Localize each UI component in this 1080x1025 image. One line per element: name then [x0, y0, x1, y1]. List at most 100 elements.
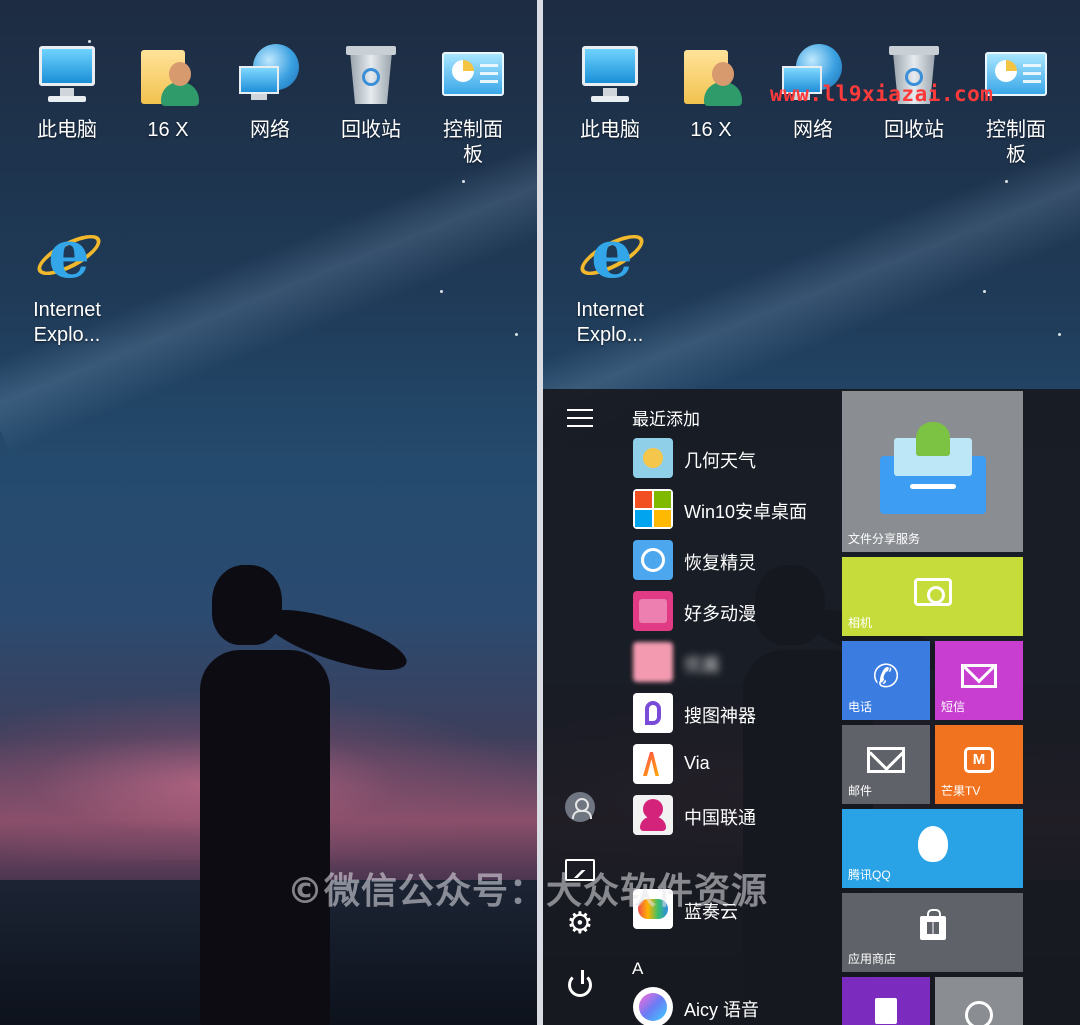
desktop-icon-label: 网络: [793, 119, 833, 141]
tile-onenote[interactable]: [842, 977, 930, 1025]
mail-icon: [867, 746, 905, 773]
app-item-win10-launcher[interactable]: Win10安卓桌面: [633, 489, 843, 535]
control-panel-icon: [440, 42, 506, 108]
tile-camera[interactable]: 相机: [842, 557, 1023, 636]
aicy-voice-icon: [633, 987, 673, 1025]
app-name: 优酱: [684, 655, 720, 675]
desktop-icon-label: 控制面板: [986, 119, 1046, 166]
app-name: 中国联通: [684, 808, 756, 828]
network-icon: [237, 42, 303, 108]
girl-silhouette-body: [200, 650, 330, 1025]
desktop-icon-internet-explorer[interactable]: e Internet Explo...: [17, 221, 117, 348]
girl-silhouette-head: [212, 565, 282, 645]
haoduo-anime-icon: [633, 591, 673, 631]
phone-icon: ✆: [872, 657, 900, 694]
app-name: 搜图神器: [684, 706, 756, 726]
user-folder-icon: [135, 42, 201, 108]
site-watermark: www.ll9xiazai.com: [770, 82, 994, 106]
app-item-blurred[interactable]: 优酱: [633, 642, 843, 688]
desktop-icon-label: 此电脑: [37, 119, 97, 141]
tile-grid: 文件分享服务 相机 ✆ 电话 短信 邮件 M 芒果TV 腾讯QQ 应用商店: [840, 389, 1080, 1025]
image-search-icon: [633, 693, 673, 733]
store-bag-icon: [919, 908, 946, 940]
app-item-image-search[interactable]: 搜图神器: [633, 693, 843, 739]
desktop-icon-internet-explorer[interactable]: e Internet Explo...: [560, 221, 660, 348]
desktop-icon-user-folder[interactable]: 16 X: [118, 42, 218, 143]
user-avatar-icon[interactable]: [565, 792, 595, 822]
desktop-icon-label: Internet Explo...: [33, 299, 101, 346]
tile-label: 短信: [941, 700, 966, 714]
desktop-icon-label: 此电脑: [580, 119, 640, 141]
tile-label: 文件分享服务: [848, 532, 921, 546]
app-item-haoduo-anime[interactable]: 好多动漫: [633, 591, 843, 637]
app-name: Aicy 语音: [684, 1000, 760, 1020]
this-pc-icon: [34, 42, 100, 108]
star: [515, 333, 518, 336]
desktop-icon-recycle-bin[interactable]: 回收站: [321, 42, 421, 143]
start-menu: ⚙ 最近添加 几何天气 Win10安卓桌面 恢复精灵 好多动漫 优酱 搜图神器 …: [543, 389, 1080, 1025]
sms-envelope-icon: [961, 652, 997, 688]
tile-label: 芒果TV: [941, 784, 981, 798]
app-item-via[interactable]: Via: [633, 744, 843, 790]
desktop-icon-control-panel[interactable]: 控制面板: [423, 42, 523, 168]
tile-label: 邮件: [848, 784, 873, 798]
windows-logo-icon: [633, 489, 673, 529]
desktop-icon-label: 回收站: [884, 119, 944, 141]
app-name: Win10安卓桌面: [684, 502, 808, 522]
blurred-app-icon: [633, 642, 673, 682]
onenote-icon: [875, 997, 897, 1024]
start-rail: ⚙: [543, 389, 615, 1025]
tile-label: 腾讯QQ: [848, 868, 891, 882]
star: [983, 290, 986, 293]
android-file-share-icon: [879, 422, 986, 515]
app-list: 最近添加 几何天气 Win10安卓桌面 恢复精灵 好多动漫 优酱 搜图神器 Vi…: [615, 389, 840, 1025]
user-folder-icon: [678, 42, 744, 108]
tile-tencent-qq[interactable]: 腾讯QQ: [842, 809, 1023, 888]
app-item-recovery-sprite[interactable]: 恢复精灵: [633, 540, 843, 586]
app-item-china-unicom[interactable]: 中国联通: [633, 795, 843, 841]
app-name: 恢复精灵: [684, 553, 756, 573]
tile-app-store[interactable]: 应用商店: [842, 893, 1023, 972]
via-browser-icon: [633, 744, 673, 784]
star: [1005, 180, 1008, 183]
app-name: 几何天气: [684, 451, 756, 471]
hamburger-menu-icon[interactable]: [567, 409, 593, 427]
recovery-sprite-icon: [633, 540, 673, 580]
desktop-icon-label: 16 X: [147, 119, 189, 141]
tile-mail[interactable]: 邮件: [842, 725, 930, 804]
desktop-icon-this-pc[interactable]: 此电脑: [17, 42, 117, 143]
overlay-watermark: ©微信公众号：大众软件资源: [287, 871, 769, 912]
tile-mango-tv[interactable]: M 芒果TV: [935, 725, 1023, 804]
desktop-icon-label: 16 X: [690, 119, 732, 141]
app-item-geometric-weather[interactable]: 几何天气: [633, 438, 843, 484]
internet-explorer-icon: e: [31, 221, 107, 288]
desktop-icon-label: 网络: [250, 119, 290, 141]
desktop-icon-this-pc[interactable]: 此电脑: [560, 42, 660, 143]
this-pc-icon: [577, 42, 643, 108]
desktop-icon-label: 回收站: [341, 119, 401, 141]
tile-clock[interactable]: [935, 977, 1023, 1025]
camera-icon: [913, 577, 952, 606]
recent-header: 最近添加: [632, 410, 700, 429]
tile-file-share[interactable]: 文件分享服务: [842, 391, 1023, 552]
recycle-bin-icon: [338, 42, 404, 108]
desktop-icon-network[interactable]: 网络: [220, 42, 320, 143]
star: [462, 180, 465, 183]
mango-tv-icon: M: [964, 746, 994, 773]
qq-penguin-icon: [917, 825, 948, 862]
app-item-aicy-voice[interactable]: Aicy 语音: [633, 987, 843, 1025]
section-letter[interactable]: A: [632, 959, 643, 979]
tile-label: 应用商店: [848, 952, 897, 966]
app-name: Via: [684, 753, 710, 773]
star: [440, 290, 443, 293]
star: [1058, 333, 1061, 336]
internet-explorer-icon: e: [574, 221, 650, 288]
tile-label: 相机: [848, 616, 873, 630]
tile-sms[interactable]: 短信: [935, 641, 1023, 720]
desktop-icon-user-folder[interactable]: 16 X: [661, 42, 761, 143]
desktop-icon-label: Internet Explo...: [576, 299, 644, 346]
clock-icon: [965, 1001, 993, 1025]
tile-label: 电话: [848, 700, 873, 714]
tile-phone[interactable]: ✆ 电话: [842, 641, 930, 720]
power-icon[interactable]: [568, 970, 592, 997]
